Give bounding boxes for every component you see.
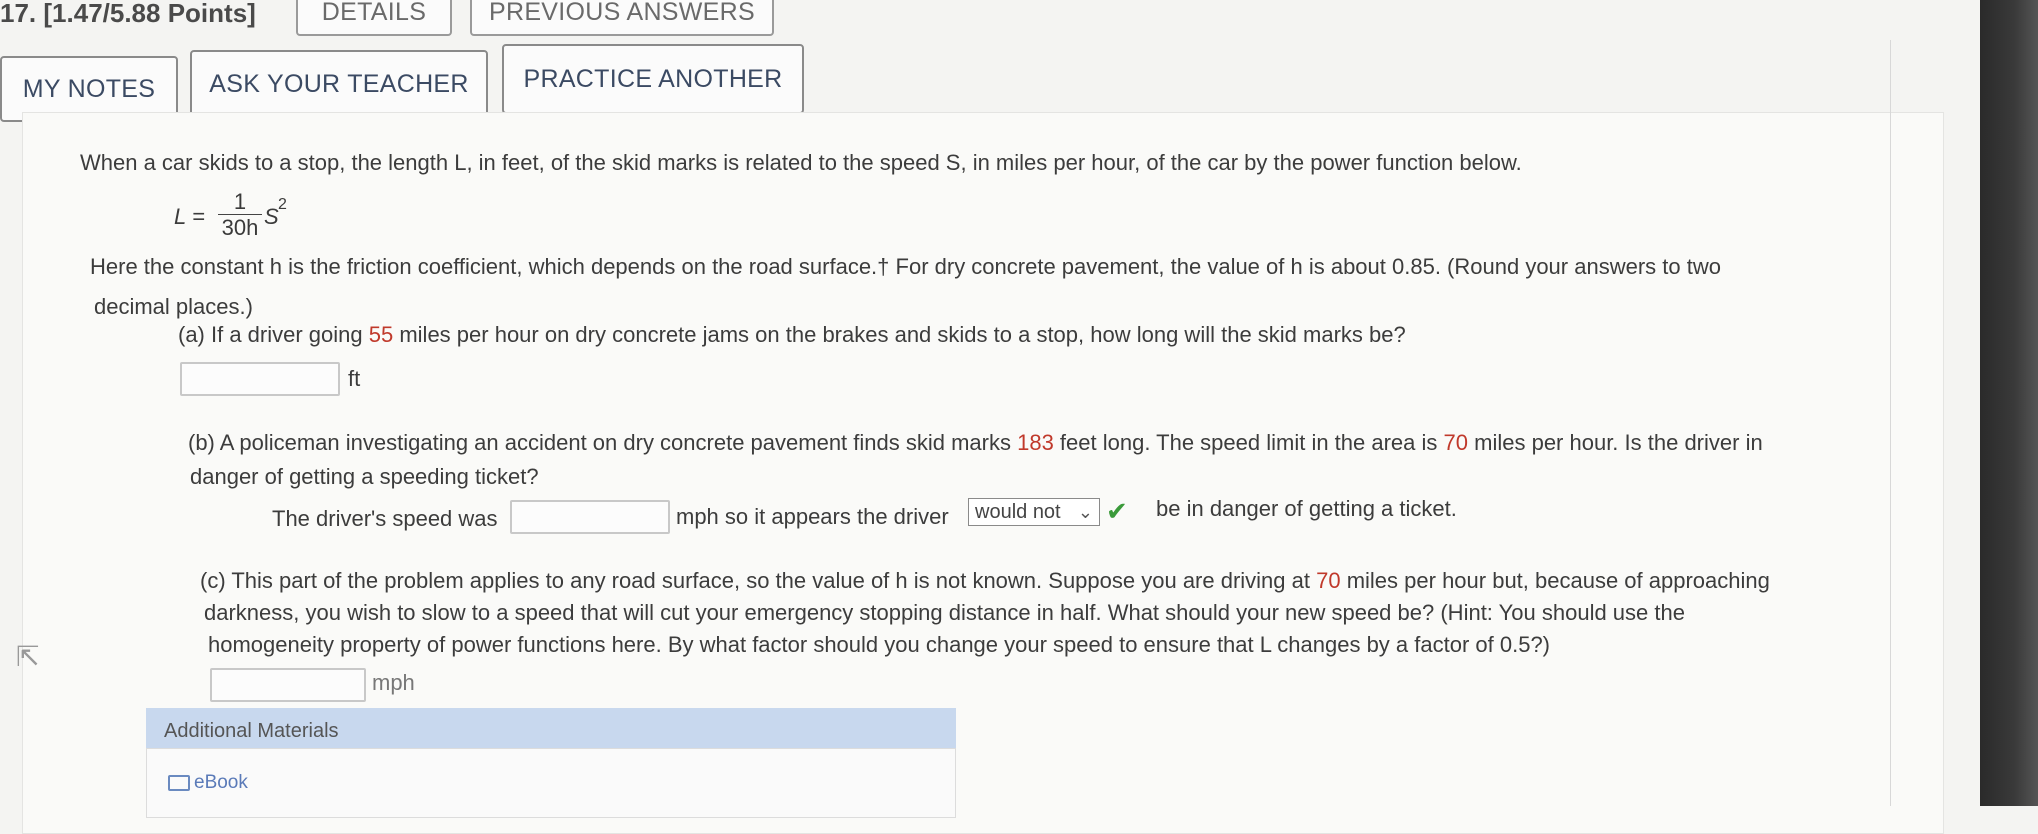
formula-denominator: 30h (221, 215, 259, 240)
part-c-question-line3: homogeneity property of power functions … (208, 632, 1550, 657)
ebook-link[interactable]: eBook (168, 772, 248, 794)
part-b-text-after: miles per hour. Is the driver in (1468, 430, 1763, 455)
part-b-speed-suffix: mph so it appears the driver (676, 504, 949, 529)
ebook-label: eBook (194, 772, 248, 793)
formula-numerator: 1 (218, 190, 262, 215)
additional-materials-header: Additional Materials (146, 708, 956, 748)
chevron-down-icon: ⌄ (1077, 502, 1093, 522)
part-b-length: 183 (1017, 430, 1054, 455)
additional-materials-body (146, 748, 956, 818)
part-c-speed: 70 (1316, 568, 1341, 593)
part-b-would-select[interactable]: would not ⌄ (968, 498, 1100, 526)
question-number: 17. (0, 0, 37, 28)
formula-fraction: 1 30h (218, 190, 262, 241)
part-c-question-line2: darkness, you wish to slow to a speed th… (204, 600, 1685, 625)
part-a-question: (a) If a driver going 55 miles per hour … (178, 322, 1406, 348)
part-c-text-before: (c) This part of the problem applies to … (200, 568, 1317, 593)
part-b-limit: 70 (1443, 430, 1469, 455)
part-c-question-line1: (c) This part of the problem applies to … (200, 568, 1770, 594)
screen-bezel (1980, 0, 2038, 806)
question-points: [1.47/5.88 Points] (43, 0, 256, 28)
part-b-question-line2: danger of getting a speeding ticket? (190, 464, 539, 489)
formula-lhs: L = (174, 204, 205, 229)
constant-text-line1: Here the constant h is the friction coef… (90, 254, 1721, 279)
ask-teacher-button[interactable]: ASK YOUR TEACHER (190, 50, 488, 118)
part-b-select-value: would not (975, 500, 1061, 523)
part-b-text-before: (b) A policeman investigating an acciden… (188, 430, 1018, 455)
part-c-unit: mph (372, 670, 415, 695)
book-icon (168, 774, 190, 791)
mouse-cursor-icon: ⇱ (16, 641, 40, 672)
part-a-unit: ft (348, 366, 361, 391)
constant-text-line2: decimal places.) (94, 294, 253, 319)
part-b-question-line1: (b) A policeman investigating an acciden… (188, 430, 1763, 456)
part-a-text-after: miles per hour on dry concrete jams on t… (393, 322, 1406, 347)
formula-variable: S (264, 204, 279, 229)
previous-answers-button[interactable]: PREVIOUS ANSWERS (470, 0, 774, 36)
details-button[interactable]: DETAILS (296, 0, 452, 36)
formula-exponent: 2 (278, 196, 287, 213)
part-a-answer-input[interactable] (180, 362, 340, 396)
part-a-speed: 55 (368, 322, 394, 347)
part-c-answer-input[interactable] (210, 668, 366, 702)
part-b-end-text: be in danger of getting a ticket. (1156, 496, 1457, 521)
part-a-text-before: (a) If a driver going (178, 322, 369, 347)
part-c-text-after: miles per hour but, because of approachi… (1340, 568, 1770, 593)
panel-divider (1890, 40, 1891, 806)
part-b-text-mid: feet long. The speed limit in the area i… (1053, 430, 1444, 455)
power-formula: L = 1 30h S 2 (170, 190, 310, 250)
part-b-speed-prefix: The driver's speed was (272, 506, 498, 531)
correct-check-icon: ✔ (1106, 496, 1128, 526)
part-b-speed-input[interactable] (510, 500, 670, 534)
question-header: 17. [1.47/5.88 Points] (0, 0, 256, 29)
intro-text: When a car skids to a stop, the length L… (80, 150, 1522, 175)
practice-another-button[interactable]: PRACTICE ANOTHER (502, 44, 804, 114)
